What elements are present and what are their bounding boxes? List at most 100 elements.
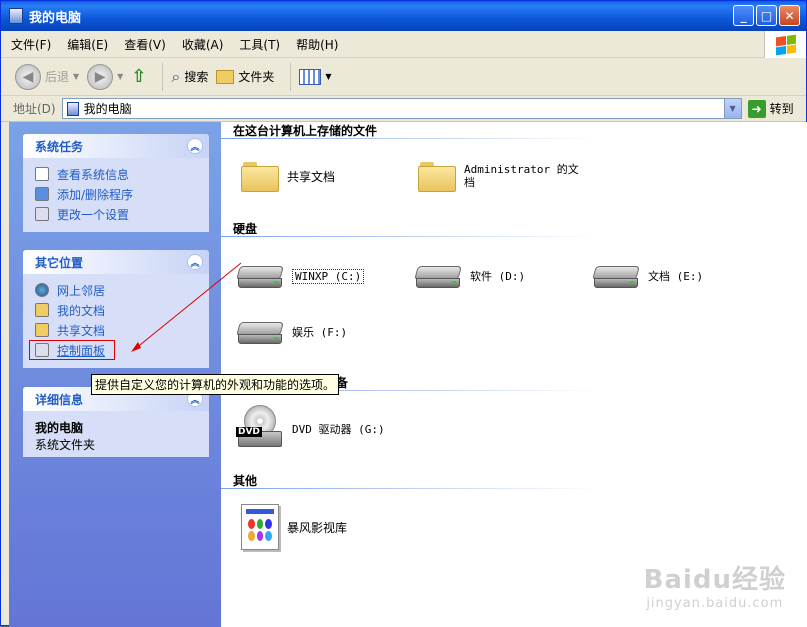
section-divider [221,236,601,237]
toolbar: ◀ 后退 ▼ ▶ ▼ ⇧ ⌕ 搜索 文件夹 ▼ [1,58,806,96]
folders-label: 文件夹 [238,70,275,84]
item-label: 暴风影视库 [287,520,348,535]
task-label: 更改一个设置 [57,207,130,222]
back-label: 后退 [45,70,70,84]
back-button[interactable]: ◀ 后退 ▼ [15,63,79,90]
other-places-header[interactable]: 其它位置 ︽ [23,250,209,274]
place-shared-documents[interactable]: 共享文档 [35,320,199,340]
item-admin-documents[interactable]: Administrator 的文档 [418,160,582,192]
hard-drive-icon [236,262,284,290]
item-label: 娱乐 (F:) [292,326,348,339]
task-add-remove-programs[interactable]: 添加/删除程序 [35,184,199,204]
details-type: 系统文件夹 [35,438,96,452]
search-button[interactable]: ⌕ 搜索 [171,67,208,87]
hard-drive-icon [236,318,284,346]
hard-drive-icon [592,262,640,290]
drive-f[interactable]: 娱乐 (F:) [236,318,347,346]
minimize-button[interactable]: _ [733,5,754,26]
task-label: 添加/删除程序 [57,187,134,202]
control-panel-icon [35,207,49,221]
title-bar[interactable]: 我的电脑 _ □ ✕ [1,1,806,31]
address-field[interactable]: 我的电脑 ▼ [61,98,742,119]
maximize-button[interactable]: □ [756,5,777,26]
item-label: 软件 (D:) [470,270,526,283]
place-control-panel[interactable]: 控制面板 [29,340,115,360]
address-bar: 地址(D) 我的电脑 ▼ ➜ 转到 [1,96,806,122]
up-folder-icon: ⇧ [131,66,147,87]
control-panel-icon [35,343,49,357]
back-dropdown-icon[interactable]: ▼ [73,72,79,81]
system-tasks-title: 系统任务 [35,139,84,154]
menu-tools[interactable]: 工具(T) [239,36,280,53]
details-panel: 详细信息 ︽ 我的电脑 系统文件夹 [23,387,209,457]
item-label: 共享文档 [287,169,336,184]
folder-icon [216,69,235,84]
place-network[interactable]: 网上邻居 [35,280,199,300]
hard-drive-icon [414,262,462,290]
search-icon: ⌕ [171,66,181,86]
task-label: 查看系统信息 [57,167,130,182]
toolbar-separator [162,62,164,91]
section-divider [221,138,601,139]
menu-edit[interactable]: 编辑(E) [67,36,108,53]
up-button[interactable]: ⇧ [131,66,146,87]
other-places-title: 其它位置 [35,255,84,270]
system-tasks-panel: 系统任务 ︽ 查看系统信息 添加/删除程序 更改一个设置 [23,134,209,232]
toolbar-separator [290,62,292,91]
item-label: 文档 (E:) [648,270,704,283]
folder-icon [35,323,49,337]
folder-icon [241,160,279,192]
search-label: 搜索 [184,70,209,84]
watermark-main: Baidu经验 [643,565,786,595]
details-title: 详细信息 [35,392,84,407]
explorer-window: 我的电脑 _ □ ✕ 文件(F) 编辑(E) 查看(V) 收藏(A) 工具(T)… [0,0,807,627]
drive-d[interactable]: 软件 (D:) [414,262,525,290]
collapse-icon[interactable]: ︽ [187,138,203,154]
task-view-system-info[interactable]: 查看系统信息 [35,164,199,184]
item-shared-documents[interactable]: 共享文档 [241,160,335,192]
dvd-drive-icon: DVD [236,405,284,453]
window-title: 我的电脑 [29,10,82,26]
baidu-watermark: Baidu经验 jingyan.baidu.com [644,559,786,611]
folder-icon [418,160,456,192]
forward-dropdown-icon[interactable]: ▼ [117,72,123,81]
place-label: 共享文档 [57,323,106,338]
place-label: 控制面板 [57,343,106,358]
address-value: 我的电脑 [83,102,132,116]
place-label: 网上邻居 [57,283,106,298]
views-dropdown-icon: ▼ [325,72,332,81]
windows-logo-icon [764,31,806,58]
views-icon [299,68,322,85]
forward-button[interactable]: ▶ ▼ [87,63,123,90]
section-other-title: 其他 [233,474,258,488]
drive-c[interactable]: WINXP (C:) [236,262,365,290]
menu-view[interactable]: 查看(V) [124,36,166,53]
drive-g-dvd[interactable]: DVD DVD 驱动器 (G:) [236,405,385,453]
other-places-panel: 其它位置 ︽ 网上邻居 我的文档 共享文档 控制面板 [23,250,209,368]
address-label: 地址(D) [13,102,56,116]
item-baofeng-library[interactable]: 暴风影视库 [241,504,347,550]
task-change-setting[interactable]: 更改一个设置 [35,204,199,224]
section-divider [221,488,601,489]
close-button[interactable]: ✕ [779,5,800,26]
my-computer-icon [66,101,79,116]
item-label: WINXP (C:) [292,268,365,284]
system-tasks-header[interactable]: 系统任务 ︽ [23,134,209,158]
go-button[interactable]: ➜ 转到 [747,99,794,118]
menu-help[interactable]: 帮助(H) [296,36,338,53]
place-my-documents[interactable]: 我的文档 [35,300,199,320]
menu-favorites[interactable]: 收藏(A) [182,36,224,53]
go-label: 转到 [769,102,794,116]
drive-e[interactable]: 文档 (E:) [592,262,703,290]
views-button[interactable]: ▼ [299,68,332,85]
menu-file[interactable]: 文件(F) [11,36,51,53]
add-remove-programs-icon [35,187,49,201]
system-info-icon [35,167,49,181]
folders-button[interactable]: 文件夹 [216,68,274,85]
address-dropdown-icon[interactable]: ▼ [723,99,741,118]
details-name: 我的电脑 [35,421,84,435]
back-arrow-icon: ◀ [15,63,41,90]
network-icon [35,283,49,297]
collapse-icon[interactable]: ︽ [187,254,203,270]
my-computer-icon [9,8,23,24]
